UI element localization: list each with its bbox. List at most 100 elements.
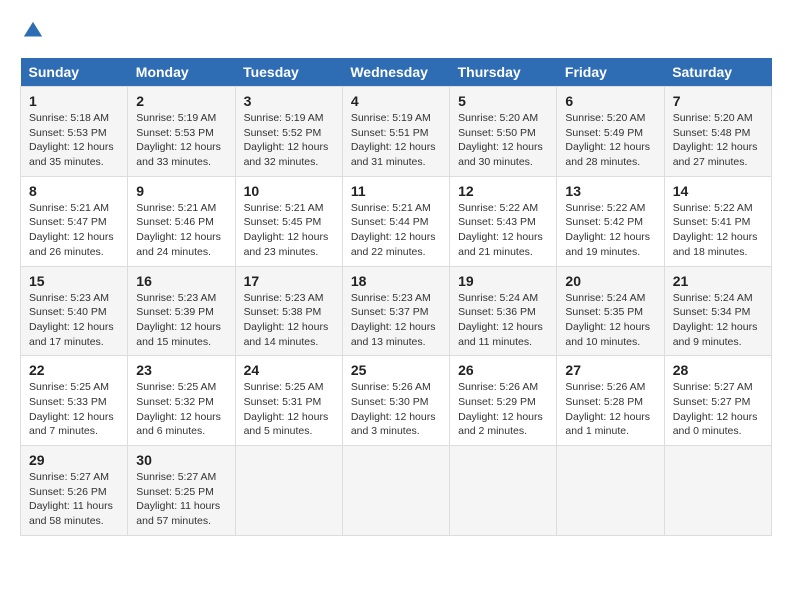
- day-number: 9: [136, 183, 226, 199]
- day-number: 26: [458, 362, 548, 378]
- calendar-day-18: 18Sunrise: 5:23 AM Sunset: 5:37 PM Dayli…: [342, 266, 449, 356]
- day-number: 1: [29, 93, 119, 109]
- day-number: 23: [136, 362, 226, 378]
- day-header-saturday: Saturday: [664, 58, 771, 87]
- empty-day: [235, 446, 342, 536]
- day-info: Sunrise: 5:26 AM Sunset: 5:30 PM Dayligh…: [351, 380, 441, 439]
- day-number: 3: [244, 93, 334, 109]
- day-info: Sunrise: 5:21 AM Sunset: 5:45 PM Dayligh…: [244, 201, 334, 260]
- day-number: 12: [458, 183, 548, 199]
- calendar-day-24: 24 Sunrise: 5:25 AM Sunset: 5:31 PM Dayli…: [235, 356, 342, 446]
- day-info: Sunrise: 5:21 AM Sunset: 5:46 PM Dayligh…: [136, 201, 226, 260]
- day-info: Sunrise: 5:22 AM Sunset: 5:43 PM Dayligh…: [458, 201, 548, 260]
- calendar-day-22: 22Sunrise: 5:25 AM Sunset: 5:33 PM Dayli…: [21, 356, 128, 446]
- day-info: Sunrise: 5:27 AM Sunset: 5:27 PM Dayligh…: [673, 380, 763, 439]
- day-number: 7: [673, 93, 763, 109]
- day-info: Sunrise: 5:27 AM Sunset: 5:26 PM Dayligh…: [29, 470, 119, 529]
- day-info: Sunrise: 5:25 AM Sunset: 5:32 PM Dayligh…: [136, 380, 226, 439]
- calendar-day-30: 30 Sunrise: 5:27 AM Sunset: 5:25 PM Dayli…: [128, 446, 235, 536]
- day-info: Sunrise: 5:20 AM Sunset: 5:50 PM Dayligh…: [458, 111, 548, 170]
- calendar-day-1: 1Sunrise: 5:18 AM Sunset: 5:53 PM Daylig…: [21, 87, 128, 177]
- day-info: Sunrise: 5:20 AM Sunset: 5:49 PM Dayligh…: [565, 111, 655, 170]
- day-number: 19: [458, 273, 548, 289]
- day-number: 24: [244, 362, 334, 378]
- calendar-week-5: 29 Sunrise: 5:27 AM Sunset: 5:26 PM Dayli…: [21, 446, 772, 536]
- day-info: Sunrise: 5:20 AM Sunset: 5:48 PM Dayligh…: [673, 111, 763, 170]
- calendar-day-9: 9 Sunrise: 5:21 AM Sunset: 5:46 PM Daylig…: [128, 176, 235, 266]
- day-info: Sunrise: 5:21 AM Sunset: 5:47 PM Dayligh…: [29, 201, 119, 260]
- empty-day: [664, 446, 771, 536]
- day-info: Sunrise: 5:27 AM Sunset: 5:25 PM Dayligh…: [136, 470, 226, 529]
- day-number: 21: [673, 273, 763, 289]
- calendar-day-23: 23 Sunrise: 5:25 AM Sunset: 5:32 PM Dayli…: [128, 356, 235, 446]
- day-info: Sunrise: 5:23 AM Sunset: 5:38 PM Dayligh…: [244, 291, 334, 350]
- calendar-day-5: 5 Sunrise: 5:20 AM Sunset: 5:50 PM Daylig…: [450, 87, 557, 177]
- day-number: 6: [565, 93, 655, 109]
- day-number: 30: [136, 452, 226, 468]
- calendar-day-2: 2 Sunrise: 5:19 AM Sunset: 5:53 PM Daylig…: [128, 87, 235, 177]
- calendar-week-3: 15 Sunrise: 5:23 AM Sunset: 5:40 PM Dayli…: [21, 266, 772, 356]
- day-number: 13: [565, 183, 655, 199]
- day-info: Sunrise: 5:23 AM Sunset: 5:40 PM Dayligh…: [29, 291, 119, 350]
- logo: [20, 20, 44, 42]
- day-info: Sunrise: 5:22 AM Sunset: 5:41 PM Dayligh…: [673, 201, 763, 260]
- calendar-day-7: 7 Sunrise: 5:20 AM Sunset: 5:48 PM Daylig…: [664, 87, 771, 177]
- day-number: 28: [673, 362, 763, 378]
- calendar-table: SundayMondayTuesdayWednesdayThursdayFrid…: [20, 58, 772, 536]
- day-number: 11: [351, 183, 441, 199]
- day-info: Sunrise: 5:25 AM Sunset: 5:31 PM Dayligh…: [244, 380, 334, 439]
- day-info: Sunrise: 5:24 AM Sunset: 5:35 PM Dayligh…: [565, 291, 655, 350]
- day-info: Sunrise: 5:23 AM Sunset: 5:39 PM Dayligh…: [136, 291, 226, 350]
- calendar-day-13: 13 Sunrise: 5:22 AM Sunset: 5:42 PM Dayli…: [557, 176, 664, 266]
- day-number: 5: [458, 93, 548, 109]
- day-number: 27: [565, 362, 655, 378]
- calendar-day-16: 16 Sunrise: 5:23 AM Sunset: 5:39 PM Dayli…: [128, 266, 235, 356]
- calendar-week-2: 8 Sunrise: 5:21 AM Sunset: 5:47 PM Daylig…: [21, 176, 772, 266]
- day-number: 29: [29, 452, 119, 468]
- day-number: 15: [29, 273, 119, 289]
- calendar-week-4: 22Sunrise: 5:25 AM Sunset: 5:33 PM Dayli…: [21, 356, 772, 446]
- day-info: Sunrise: 5:22 AM Sunset: 5:42 PM Dayligh…: [565, 201, 655, 260]
- day-number: 17: [244, 273, 334, 289]
- calendar-day-6: 6 Sunrise: 5:20 AM Sunset: 5:49 PM Daylig…: [557, 87, 664, 177]
- day-header-monday: Monday: [128, 58, 235, 87]
- calendar-day-20: 20 Sunrise: 5:24 AM Sunset: 5:35 PM Dayli…: [557, 266, 664, 356]
- day-number: 20: [565, 273, 655, 289]
- day-info: Sunrise: 5:19 AM Sunset: 5:52 PM Dayligh…: [244, 111, 334, 170]
- day-number: 8: [29, 183, 119, 199]
- day-info: Sunrise: 5:24 AM Sunset: 5:34 PM Dayligh…: [673, 291, 763, 350]
- day-info: Sunrise: 5:26 AM Sunset: 5:28 PM Dayligh…: [565, 380, 655, 439]
- calendar-day-14: 14Sunrise: 5:22 AM Sunset: 5:41 PM Dayli…: [664, 176, 771, 266]
- empty-day: [557, 446, 664, 536]
- empty-day: [450, 446, 557, 536]
- calendar-day-25: 25Sunrise: 5:26 AM Sunset: 5:30 PM Dayli…: [342, 356, 449, 446]
- calendar-day-11: 11 Sunrise: 5:21 AM Sunset: 5:44 PM Dayli…: [342, 176, 449, 266]
- day-info: Sunrise: 5:19 AM Sunset: 5:51 PM Dayligh…: [351, 111, 441, 170]
- day-number: 2: [136, 93, 226, 109]
- header-row: SundayMondayTuesdayWednesdayThursdayFrid…: [21, 58, 772, 87]
- day-info: Sunrise: 5:21 AM Sunset: 5:44 PM Dayligh…: [351, 201, 441, 260]
- day-info: Sunrise: 5:25 AM Sunset: 5:33 PM Dayligh…: [29, 380, 119, 439]
- day-info: Sunrise: 5:23 AM Sunset: 5:37 PM Dayligh…: [351, 291, 441, 350]
- calendar-day-4: 4 Sunrise: 5:19 AM Sunset: 5:51 PM Daylig…: [342, 87, 449, 177]
- day-header-sunday: Sunday: [21, 58, 128, 87]
- logo-icon: [22, 20, 44, 42]
- calendar-week-1: 1Sunrise: 5:18 AM Sunset: 5:53 PM Daylig…: [21, 87, 772, 177]
- page-header: [20, 20, 772, 42]
- calendar-day-17: 17 Sunrise: 5:23 AM Sunset: 5:38 PM Dayli…: [235, 266, 342, 356]
- day-info: Sunrise: 5:24 AM Sunset: 5:36 PM Dayligh…: [458, 291, 548, 350]
- calendar-day-26: 26 Sunrise: 5:26 AM Sunset: 5:29 PM Dayli…: [450, 356, 557, 446]
- day-info: Sunrise: 5:19 AM Sunset: 5:53 PM Dayligh…: [136, 111, 226, 170]
- day-number: 4: [351, 93, 441, 109]
- calendar-day-3: 3 Sunrise: 5:19 AM Sunset: 5:52 PM Daylig…: [235, 87, 342, 177]
- calendar-day-12: 12 Sunrise: 5:22 AM Sunset: 5:43 PM Dayli…: [450, 176, 557, 266]
- calendar-day-8: 8 Sunrise: 5:21 AM Sunset: 5:47 PM Daylig…: [21, 176, 128, 266]
- calendar-day-15: 15 Sunrise: 5:23 AM Sunset: 5:40 PM Dayli…: [21, 266, 128, 356]
- calendar-day-19: 19 Sunrise: 5:24 AM Sunset: 5:36 PM Dayli…: [450, 266, 557, 356]
- day-info: Sunrise: 5:26 AM Sunset: 5:29 PM Dayligh…: [458, 380, 548, 439]
- calendar-day-21: 21 Sunrise: 5:24 AM Sunset: 5:34 PM Dayli…: [664, 266, 771, 356]
- day-number: 16: [136, 273, 226, 289]
- day-header-friday: Friday: [557, 58, 664, 87]
- day-header-thursday: Thursday: [450, 58, 557, 87]
- calendar-day-28: 28 Sunrise: 5:27 AM Sunset: 5:27 PM Dayli…: [664, 356, 771, 446]
